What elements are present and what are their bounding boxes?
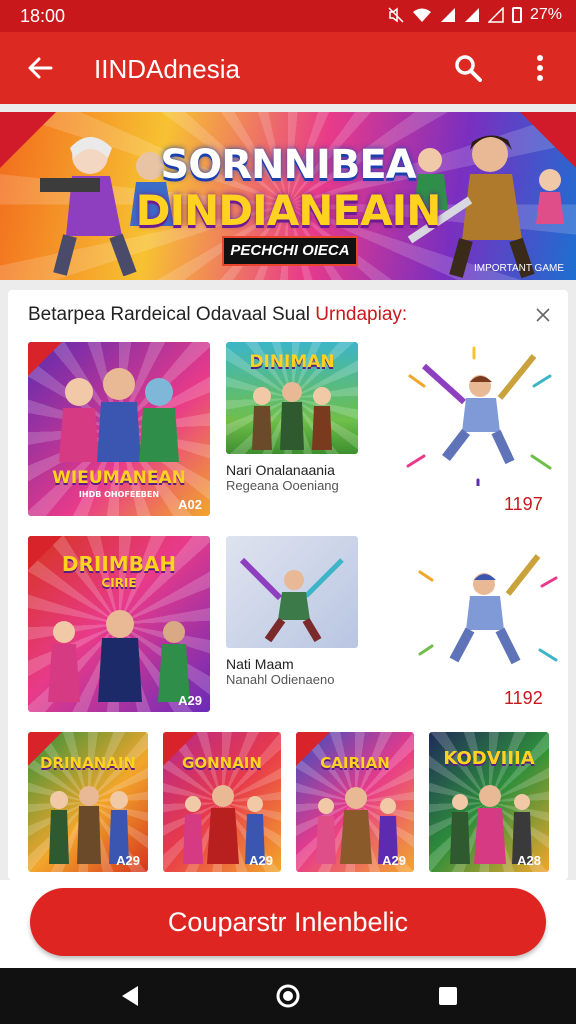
- tile-subtitle: CIRIE: [101, 576, 137, 590]
- nav-home-button[interactable]: [274, 982, 302, 1010]
- system-nav-bar: [0, 968, 576, 1024]
- game-tile-row2-small[interactable]: [226, 536, 358, 648]
- back-button[interactable]: [22, 50, 58, 86]
- banner-title-line2: DINDIANEAIN: [135, 186, 442, 235]
- game-tile-row3-2[interactable]: GONNAIN A29: [163, 732, 281, 872]
- status-icons: 27%: [388, 6, 562, 24]
- close-button[interactable]: [532, 304, 554, 326]
- tile-number: A02: [178, 497, 202, 512]
- tile-title: CAIRIAN: [320, 754, 390, 772]
- character-group: [28, 362, 210, 462]
- signal-icon: [464, 8, 479, 22]
- character-group: [163, 782, 281, 864]
- app-title: IINDAdnesia: [94, 54, 240, 84]
- tile-title: DRINANAIN: [39, 754, 137, 772]
- item-subtitle: Nanahl Odienaeno: [226, 672, 335, 687]
- tile-number: A29: [116, 853, 140, 868]
- wifi-icon: [412, 8, 431, 22]
- nav-home-icon: [276, 984, 300, 1008]
- character-group: [226, 550, 358, 642]
- character-group: [429, 780, 549, 864]
- tile-title: DRIIMBAH: [61, 552, 177, 576]
- promo-banner[interactable]: SORNNIBEA DINDIANEAIN PECHCHI OIECA IMPO…: [0, 112, 576, 280]
- item-subtitle: Regeana Ooeniang: [226, 478, 339, 493]
- game-tile-row3-3[interactable]: CAIRIAN A29: [296, 732, 414, 872]
- item-price: 1192: [504, 688, 543, 708]
- more-vert-icon: [537, 55, 543, 81]
- app-bar: IINDAdnesia: [0, 32, 576, 104]
- more-options-button[interactable]: [522, 50, 558, 86]
- character-group: [226, 382, 358, 452]
- banner-credit: IMPORTANT GAME: [473, 263, 564, 274]
- character-group: [28, 602, 210, 702]
- item-name: Nati Maam: [226, 656, 294, 672]
- search-button[interactable]: [450, 50, 486, 86]
- nav-recents-icon: [439, 987, 457, 1005]
- signal-icon: [487, 7, 504, 23]
- game-tile-row1-large[interactable]: WIEUMANEAN IHDB OHOFEEBEN A02: [28, 342, 210, 516]
- game-tile-row1-small[interactable]: DINIMAN: [226, 342, 358, 454]
- item-price: 1197: [504, 494, 543, 514]
- game-tile-row2-large[interactable]: DRIIMBAH CIRIE A29: [28, 536, 210, 712]
- game-tile-row3-1[interactable]: DRINANAIN A29: [28, 732, 148, 872]
- battery-icon: [511, 7, 522, 23]
- status-time: 18:00: [20, 6, 66, 26]
- recommendation-panel: Betarpea Rardeical Odavaal Sual Urndapia…: [8, 290, 568, 880]
- arrow-left-icon: [28, 57, 53, 79]
- status-bar: 18:00 27%: [0, 0, 576, 32]
- close-icon: [536, 308, 550, 322]
- tile-number: A29: [382, 853, 406, 868]
- tile-title: KODVIIIA: [443, 748, 535, 769]
- tile-title: GONNAIN: [182, 754, 262, 772]
- character-group: [28, 782, 148, 864]
- banner-tag: PECHCHI OIECA: [222, 236, 358, 266]
- tile-number: A28: [517, 853, 541, 868]
- mute-icon: [388, 7, 404, 23]
- cta-button[interactable]: Couparstr Inlenbelic: [30, 888, 546, 956]
- item-name: Nari Onalanaania: [226, 462, 335, 478]
- panel-title: Betarpea Rardeical Odavaal Sual Urndapia…: [28, 304, 407, 326]
- tile-number: A29: [178, 693, 202, 708]
- game-tile-row3-4[interactable]: KODVIIIA A28: [429, 732, 549, 872]
- search-icon: [455, 55, 482, 82]
- tile-title: DINIMAN: [249, 352, 335, 372]
- banner-title-line1: SORNNIBEA: [160, 142, 416, 188]
- panel-title-main: Betarpea Rardeical Odavaal Sual: [28, 304, 311, 325]
- warrior-illustration[interactable]: [404, 346, 554, 486]
- character-group: [296, 782, 414, 864]
- warrior-illustration[interactable]: [418, 550, 558, 680]
- battery-level: 27%: [529, 6, 562, 23]
- panel-title-accent: Urndapiay:: [315, 304, 408, 325]
- tile-title: WIEUMANEAN: [52, 468, 186, 488]
- nav-recents-button[interactable]: [434, 982, 462, 1010]
- bottom-area: Couparstr Inlenbelic: [0, 880, 576, 968]
- signal-icon: [440, 8, 455, 22]
- tile-number: A29: [249, 853, 273, 868]
- nav-back-icon: [122, 986, 138, 1006]
- nav-back-button[interactable]: [116, 982, 144, 1010]
